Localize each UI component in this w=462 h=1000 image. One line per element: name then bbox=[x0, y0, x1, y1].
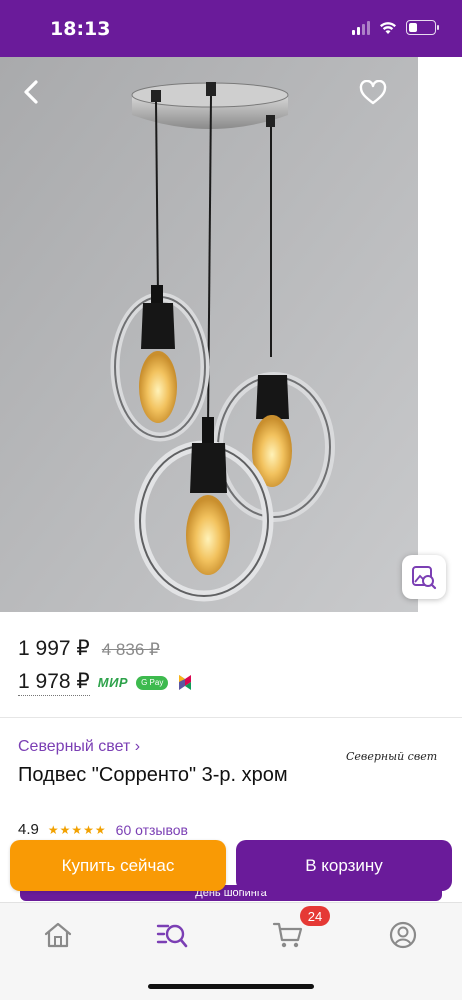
tab-profile[interactable] bbox=[383, 915, 423, 955]
gpay-label: G Pay bbox=[141, 678, 164, 687]
back-button[interactable] bbox=[14, 75, 48, 109]
tab-home[interactable] bbox=[38, 915, 78, 955]
signal-icon bbox=[352, 20, 370, 35]
current-price: 1 997 ₽ bbox=[18, 637, 90, 660]
cart-count-badge: 24 bbox=[300, 906, 330, 926]
product-image[interactable] bbox=[0, 57, 462, 612]
back-arrow-icon bbox=[24, 80, 38, 104]
divider bbox=[0, 717, 462, 718]
price-row: 1 997 ₽ 4 836 ₽ bbox=[18, 636, 448, 661]
catalog-search-icon bbox=[156, 924, 188, 948]
visual-search-button[interactable] bbox=[402, 555, 446, 599]
buy-now-button[interactable]: Купить сейчас bbox=[10, 840, 226, 891]
seller-logo-text: Северный свет bbox=[346, 749, 438, 763]
share-icon bbox=[420, 76, 442, 106]
price-block: 1 997 ₽ 4 836 ₽ 1 978 ₽ МИР G Pay bbox=[18, 636, 448, 696]
home-icon bbox=[44, 922, 72, 948]
battery-icon bbox=[406, 20, 439, 35]
cart-icon bbox=[272, 922, 303, 948]
tab-catalog[interactable] bbox=[152, 915, 192, 955]
wifi-icon bbox=[380, 21, 396, 34]
product-title: Подвес "Сорренто" 3-р. хром bbox=[18, 764, 288, 786]
share-button[interactable] bbox=[414, 73, 448, 109]
favorite-button[interactable] bbox=[356, 75, 390, 109]
mir-logo: МИР bbox=[97, 675, 129, 690]
reviews-link[interactable]: 60 отзывов bbox=[116, 822, 188, 838]
rating-stars: ★★★★★ bbox=[47, 822, 107, 837]
home-indicator bbox=[148, 984, 314, 989]
gpay-badge: G Pay bbox=[136, 675, 169, 690]
seller-logo[interactable]: Северный свет bbox=[346, 738, 446, 774]
profile-icon bbox=[389, 921, 417, 949]
status-time: 18:13 bbox=[50, 18, 111, 40]
lamp-photo bbox=[0, 57, 462, 612]
card-price[interactable]: 1 978 ₽ bbox=[18, 669, 90, 696]
add-to-cart-button[interactable]: В корзину bbox=[236, 840, 452, 891]
rating-row[interactable]: 4.9 ★★★★★ 60 отзывов bbox=[18, 821, 188, 838]
card-price-row[interactable]: 1 978 ₽ МИР G Pay bbox=[18, 669, 448, 696]
visual-search-icon bbox=[412, 566, 437, 590]
heart-icon bbox=[359, 79, 387, 104]
rating-value: 4.9 bbox=[18, 821, 39, 838]
seller-link[interactable]: Северный свет › bbox=[18, 738, 140, 756]
sbp-icon bbox=[179, 674, 192, 690]
status-bar: 18:13 bbox=[0, 0, 462, 57]
status-icons bbox=[352, 20, 439, 35]
old-price: 4 836 ₽ bbox=[101, 640, 160, 659]
